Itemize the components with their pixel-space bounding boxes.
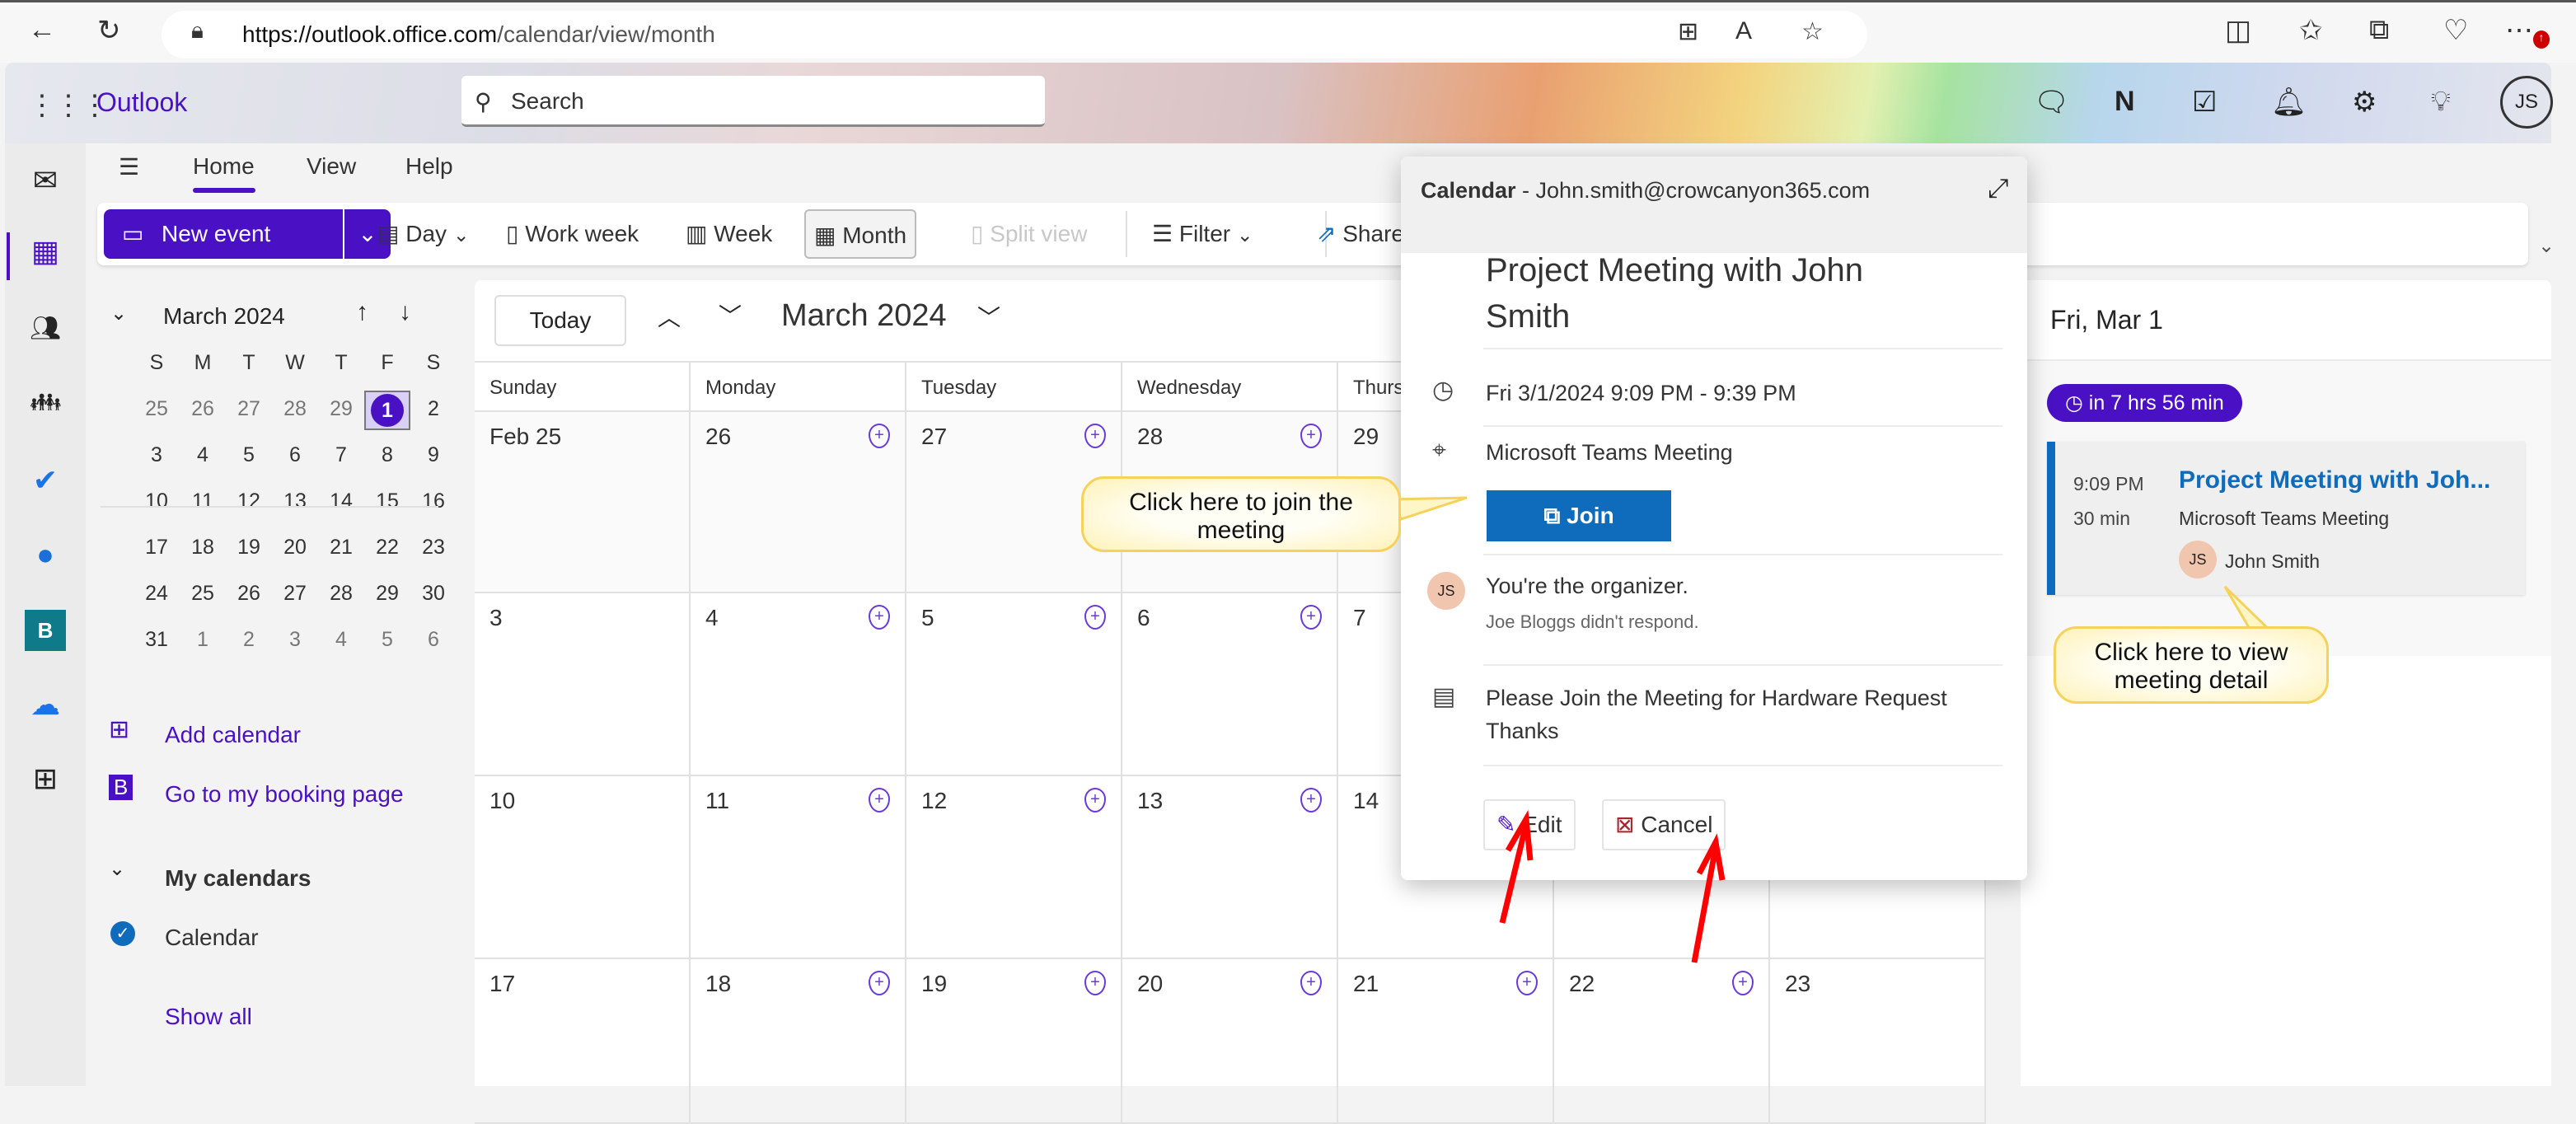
detail-callout: Click here to view meeting detail <box>2054 626 2329 704</box>
arrow-to-edit <box>1499 809 1534 924</box>
join-callout-pointer <box>1390 496 1468 521</box>
arrow-to-cancel <box>1691 833 1726 963</box>
join-callout: Click here to join the meeting <box>1081 476 1401 552</box>
